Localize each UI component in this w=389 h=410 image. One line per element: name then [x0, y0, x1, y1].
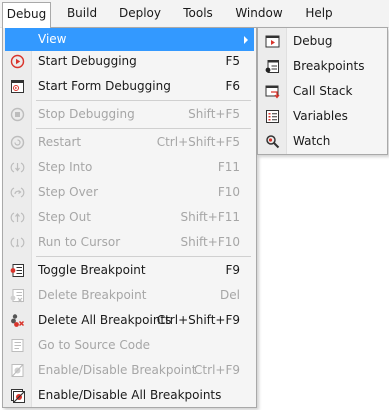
menu-item-step-over[interactable]: Step Over F10 — [5, 181, 254, 204]
play-circle-icon — [10, 54, 25, 69]
menu-item-shortcut: Ctrl+Shift+F9 — [156, 313, 240, 327]
step-out-icon — [10, 212, 25, 223]
menu-item-label: Toggle Breakpoint — [38, 263, 146, 277]
variables-icon — [266, 110, 279, 123]
menu-item-label: Step Out — [38, 210, 91, 224]
submenu-item-debug[interactable]: Debug — [260, 29, 385, 54]
menu-item-enable-disable-all-breakpoints[interactable]: Enable/Disable All Breakpoints — [5, 384, 254, 407]
menu-item-shortcut: F10 — [217, 185, 240, 199]
menu-bar: Debug Build Deploy Tools Window Help — [0, 0, 389, 28]
menu-item-toggle-breakpoint[interactable]: Toggle Breakpoint F9 — [5, 259, 254, 282]
run-to-cursor-icon — [10, 237, 25, 248]
menu-item-label: Step Over — [38, 185, 98, 199]
menu-item-start-debugging[interactable]: Start Debugging F5 — [5, 50, 254, 73]
enable-disable-all-breakpoints-icon — [11, 389, 25, 403]
menu-item-shortcut: F6 — [225, 79, 240, 93]
menu-item-shortcut: F5 — [225, 54, 240, 68]
view-submenu: Debug Breakpoints Call Stack Variables W… — [257, 27, 388, 155]
menu-item-label: Start Debugging — [38, 54, 137, 68]
submenu-item-label: Watch — [293, 134, 331, 148]
menu-item-label: Go to Source Code — [38, 338, 151, 352]
menu-item-shortcut: Ctrl+Shift+F5 — [156, 135, 240, 149]
menu-item-label: Restart — [38, 135, 82, 149]
menu-item-view[interactable]: View — [5, 28, 254, 51]
stop-circle-icon — [10, 107, 25, 122]
menu-item-shortcut: Ctrl+F9 — [194, 363, 240, 377]
menu-debug[interactable]: Debug — [2, 2, 51, 28]
menu-window[interactable]: Window — [230, 2, 288, 25]
menu-item-go-to-source-code[interactable]: Go to Source Code — [5, 334, 254, 357]
menu-item-delete-breakpoint[interactable]: Delete Breakpoint Del — [5, 284, 254, 307]
menu-item-label: Start Form Debugging — [38, 79, 171, 93]
menu-separator — [36, 128, 251, 129]
menu-item-start-form-debugging[interactable]: Start Form Debugging F6 — [5, 75, 254, 98]
menu-item-step-out[interactable]: Step Out Shift+F11 — [5, 206, 254, 229]
submenu-item-breakpoints[interactable]: Breakpoints — [260, 54, 385, 79]
delete-all-breakpoints-icon — [11, 314, 25, 327]
restart-icon — [10, 135, 25, 150]
breakpoints-window-icon — [265, 60, 279, 73]
submenu-item-label: Breakpoints — [293, 59, 365, 73]
menu-separator — [36, 100, 251, 101]
menu-item-label: Stop Debugging — [38, 107, 135, 121]
menu-item-step-into[interactable]: Step Into F11 — [5, 156, 254, 179]
submenu-item-label: Call Stack — [293, 84, 353, 98]
menu-item-label: Delete Breakpoint — [38, 288, 147, 302]
menu-item-shortcut: Shift+F10 — [180, 235, 240, 249]
go-to-source-icon — [11, 339, 24, 352]
menu-item-restart[interactable]: Restart Ctrl+Shift+F5 — [5, 131, 254, 154]
toggle-breakpoint-icon — [10, 264, 24, 277]
menu-item-run-to-cursor[interactable]: Run to Cursor Shift+F10 — [5, 231, 254, 254]
menu-deploy[interactable]: Deploy — [112, 2, 168, 25]
submenu-item-variables[interactable]: Variables — [260, 104, 385, 129]
debug-dropdown-menu: View Start Debugging F5 Start Form Debug… — [2, 27, 257, 408]
enable-disable-breakpoint-icon — [11, 364, 24, 377]
menu-item-delete-all-breakpoints[interactable]: Delete All Breakpoints Ctrl+Shift+F9 — [5, 309, 254, 332]
submenu-item-watch[interactable]: Watch — [260, 129, 385, 154]
submenu-item-call-stack[interactable]: Call Stack — [260, 79, 385, 104]
step-over-icon — [10, 187, 25, 198]
menu-item-shortcut: F11 — [217, 160, 240, 174]
menu-item-shortcut: F9 — [225, 263, 240, 277]
menu-help[interactable]: Help — [300, 2, 338, 25]
menu-tools[interactable]: Tools — [175, 2, 221, 25]
delete-breakpoint-icon — [10, 289, 24, 303]
submenu-item-label: Debug — [293, 34, 333, 48]
menu-item-stop-debugging[interactable]: Stop Debugging Shift+F5 — [5, 103, 254, 126]
menu-item-label: Enable/Disable All Breakpoints — [38, 388, 222, 402]
menu-item-label: Enable/Disable Breakpoint — [38, 363, 197, 377]
menu-item-enable-disable-breakpoint[interactable]: Enable/Disable Breakpoint Ctrl+F9 — [5, 359, 254, 382]
menu-item-shortcut: Shift+F5 — [188, 107, 240, 121]
menu-item-shortcut: Shift+F11 — [180, 210, 240, 224]
debug-window-icon — [265, 35, 280, 48]
watch-icon — [266, 135, 280, 149]
submenu-arrow-icon — [244, 36, 248, 44]
menu-build[interactable]: Build — [58, 2, 106, 25]
call-stack-icon — [265, 85, 280, 99]
form-debug-icon — [11, 80, 24, 93]
menu-item-label: Run to Cursor — [38, 235, 121, 249]
menu-item-label: Step Into — [38, 160, 93, 174]
menu-item-label: Delete All Breakpoints — [38, 313, 172, 327]
step-into-icon — [10, 162, 25, 173]
submenu-item-label: Variables — [293, 109, 348, 123]
menu-item-label: View — [38, 32, 67, 46]
menu-item-shortcut: Del — [220, 288, 240, 302]
menu-separator — [36, 256, 251, 257]
